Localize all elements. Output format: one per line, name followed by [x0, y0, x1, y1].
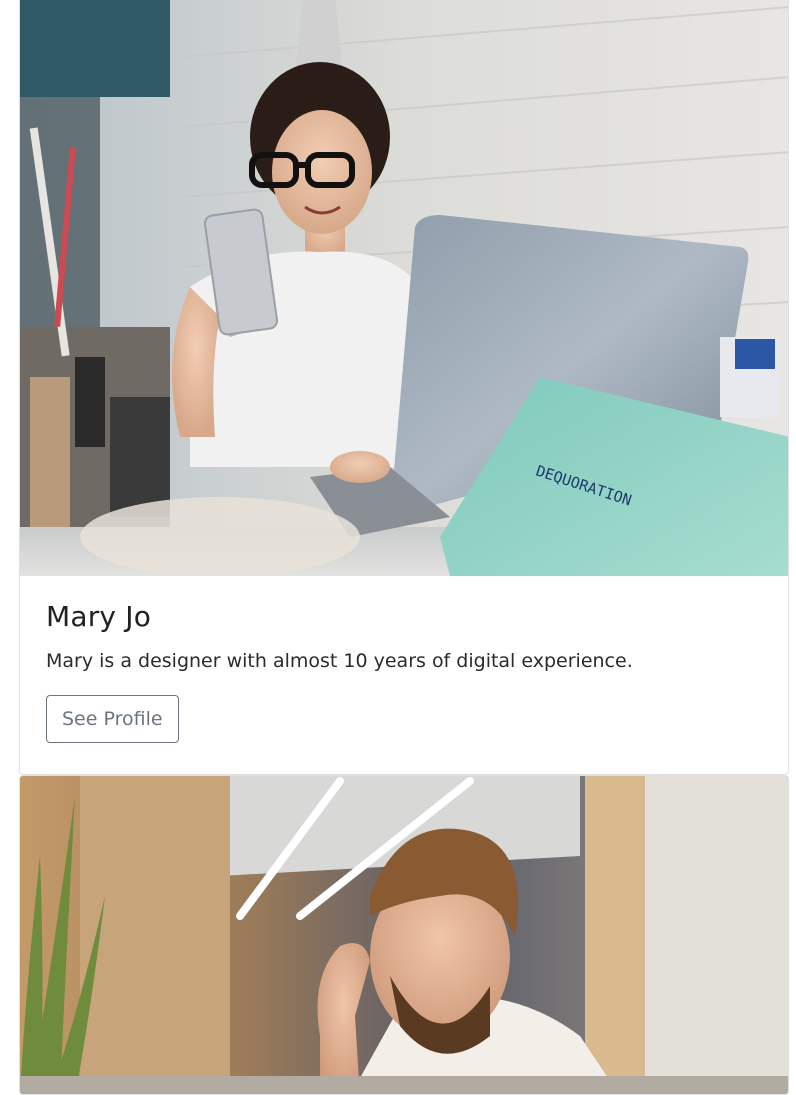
see-profile-button[interactable]: See Profile	[46, 695, 179, 743]
card-body: Mary Jo Mary is a designer with almost 1…	[20, 576, 788, 743]
profile-photo: DEQUORATION	[20, 0, 788, 576]
profile-photo-image: DEQUORATION	[20, 0, 788, 576]
profile-card	[19, 775, 789, 1095]
card-description: Mary is a designer with almost 10 years …	[46, 650, 633, 672]
profile-card: DEQUORATION Mary Jo Mary is a designer w…	[19, 0, 789, 775]
profile-photo	[20, 776, 788, 1094]
card-title: Mary Jo	[46, 600, 152, 633]
profile-photo-image	[20, 776, 788, 1094]
